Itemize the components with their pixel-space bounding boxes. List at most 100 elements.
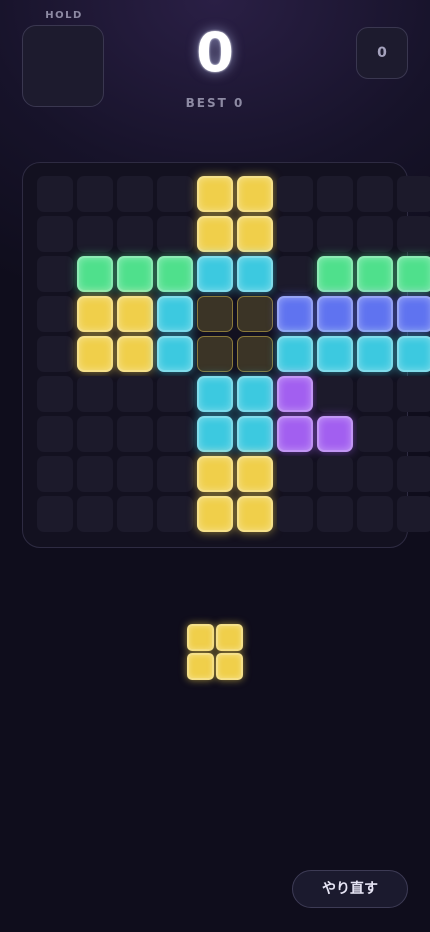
block-cell[interactable] bbox=[277, 376, 313, 412]
block-cell[interactable] bbox=[197, 416, 233, 452]
ghost-cell[interactable] bbox=[197, 296, 233, 332]
block-cell[interactable] bbox=[397, 296, 430, 332]
block-cell[interactable] bbox=[237, 376, 273, 412]
empty-cell[interactable] bbox=[157, 376, 193, 412]
block-cell[interactable] bbox=[237, 456, 273, 492]
empty-cell[interactable] bbox=[157, 496, 193, 532]
empty-cell[interactable] bbox=[357, 456, 393, 492]
ghost-cell[interactable] bbox=[237, 296, 273, 332]
empty-cell[interactable] bbox=[317, 376, 353, 412]
empty-cell[interactable] bbox=[397, 496, 430, 532]
block-cell[interactable] bbox=[317, 256, 353, 292]
next-piece-cell[interactable] bbox=[187, 624, 214, 651]
empty-cell[interactable] bbox=[37, 416, 73, 452]
empty-cell[interactable] bbox=[277, 256, 313, 292]
empty-cell[interactable] bbox=[77, 416, 113, 452]
block-cell[interactable] bbox=[237, 496, 273, 532]
empty-cell[interactable] bbox=[357, 176, 393, 212]
block-cell[interactable] bbox=[237, 416, 273, 452]
block-cell[interactable] bbox=[157, 256, 193, 292]
block-cell[interactable] bbox=[357, 296, 393, 332]
empty-cell[interactable] bbox=[117, 456, 153, 492]
hold-slot[interactable] bbox=[22, 25, 104, 107]
empty-cell[interactable] bbox=[357, 496, 393, 532]
empty-cell[interactable] bbox=[157, 216, 193, 252]
block-cell[interactable] bbox=[77, 296, 113, 332]
empty-cell[interactable] bbox=[277, 496, 313, 532]
block-cell[interactable] bbox=[237, 256, 273, 292]
ghost-cell[interactable] bbox=[197, 336, 233, 372]
block-cell[interactable] bbox=[277, 416, 313, 452]
block-cell[interactable] bbox=[317, 416, 353, 452]
empty-cell[interactable] bbox=[37, 336, 73, 372]
empty-cell[interactable] bbox=[37, 376, 73, 412]
empty-cell[interactable] bbox=[37, 216, 73, 252]
block-cell[interactable] bbox=[77, 256, 113, 292]
empty-cell[interactable] bbox=[317, 456, 353, 492]
empty-cell[interactable] bbox=[277, 216, 313, 252]
next-piece-cell[interactable] bbox=[187, 653, 214, 680]
next-piece-cell[interactable] bbox=[216, 653, 243, 680]
empty-cell[interactable] bbox=[77, 456, 113, 492]
block-cell[interactable] bbox=[277, 336, 313, 372]
best-score: BEST 0 bbox=[185, 96, 245, 110]
block-cell[interactable] bbox=[197, 256, 233, 292]
empty-cell[interactable] bbox=[77, 176, 113, 212]
empty-cell[interactable] bbox=[317, 176, 353, 212]
ghost-cell[interactable] bbox=[237, 336, 273, 372]
block-cell[interactable] bbox=[157, 336, 193, 372]
block-cell[interactable] bbox=[397, 256, 430, 292]
empty-cell[interactable] bbox=[277, 176, 313, 212]
empty-cell[interactable] bbox=[317, 216, 353, 252]
block-cell[interactable] bbox=[197, 376, 233, 412]
empty-cell[interactable] bbox=[117, 216, 153, 252]
empty-cell[interactable] bbox=[277, 456, 313, 492]
empty-cell[interactable] bbox=[117, 496, 153, 532]
game-board bbox=[22, 162, 430, 548]
empty-cell[interactable] bbox=[37, 176, 73, 212]
empty-cell[interactable] bbox=[317, 496, 353, 532]
block-cell[interactable] bbox=[277, 296, 313, 332]
empty-cell[interactable] bbox=[37, 296, 73, 332]
block-cell[interactable] bbox=[117, 296, 153, 332]
block-cell[interactable] bbox=[157, 296, 193, 332]
block-cell[interactable] bbox=[397, 336, 430, 372]
block-cell[interactable] bbox=[357, 336, 393, 372]
empty-cell[interactable] bbox=[357, 216, 393, 252]
score-value: 0 bbox=[196, 21, 234, 84]
empty-cell[interactable] bbox=[397, 376, 430, 412]
empty-cell[interactable] bbox=[37, 496, 73, 532]
empty-cell[interactable] bbox=[397, 456, 430, 492]
empty-cell[interactable] bbox=[37, 256, 73, 292]
empty-cell[interactable] bbox=[157, 416, 193, 452]
block-cell[interactable] bbox=[197, 176, 233, 212]
block-cell[interactable] bbox=[77, 336, 113, 372]
empty-cell[interactable] bbox=[117, 416, 153, 452]
block-cell[interactable] bbox=[317, 296, 353, 332]
empty-cell[interactable] bbox=[397, 416, 430, 452]
block-cell[interactable] bbox=[237, 216, 273, 252]
empty-cell[interactable] bbox=[77, 216, 113, 252]
hold-label: HOLD bbox=[45, 10, 83, 21]
block-cell[interactable] bbox=[197, 496, 233, 532]
block-cell[interactable] bbox=[357, 256, 393, 292]
block-cell[interactable] bbox=[317, 336, 353, 372]
block-cell[interactable] bbox=[237, 176, 273, 212]
empty-cell[interactable] bbox=[357, 376, 393, 412]
block-cell[interactable] bbox=[197, 216, 233, 252]
block-cell[interactable] bbox=[117, 336, 153, 372]
retry-button[interactable]: やり直す bbox=[292, 870, 408, 908]
empty-cell[interactable] bbox=[117, 376, 153, 412]
empty-cell[interactable] bbox=[157, 176, 193, 212]
empty-cell[interactable] bbox=[397, 216, 430, 252]
block-cell[interactable] bbox=[197, 456, 233, 492]
empty-cell[interactable] bbox=[357, 416, 393, 452]
next-piece-cell[interactable] bbox=[216, 624, 243, 651]
empty-cell[interactable] bbox=[157, 456, 193, 492]
block-cell[interactable] bbox=[117, 256, 153, 292]
empty-cell[interactable] bbox=[77, 376, 113, 412]
empty-cell[interactable] bbox=[397, 176, 430, 212]
empty-cell[interactable] bbox=[37, 456, 73, 492]
empty-cell[interactable] bbox=[117, 176, 153, 212]
empty-cell[interactable] bbox=[77, 496, 113, 532]
